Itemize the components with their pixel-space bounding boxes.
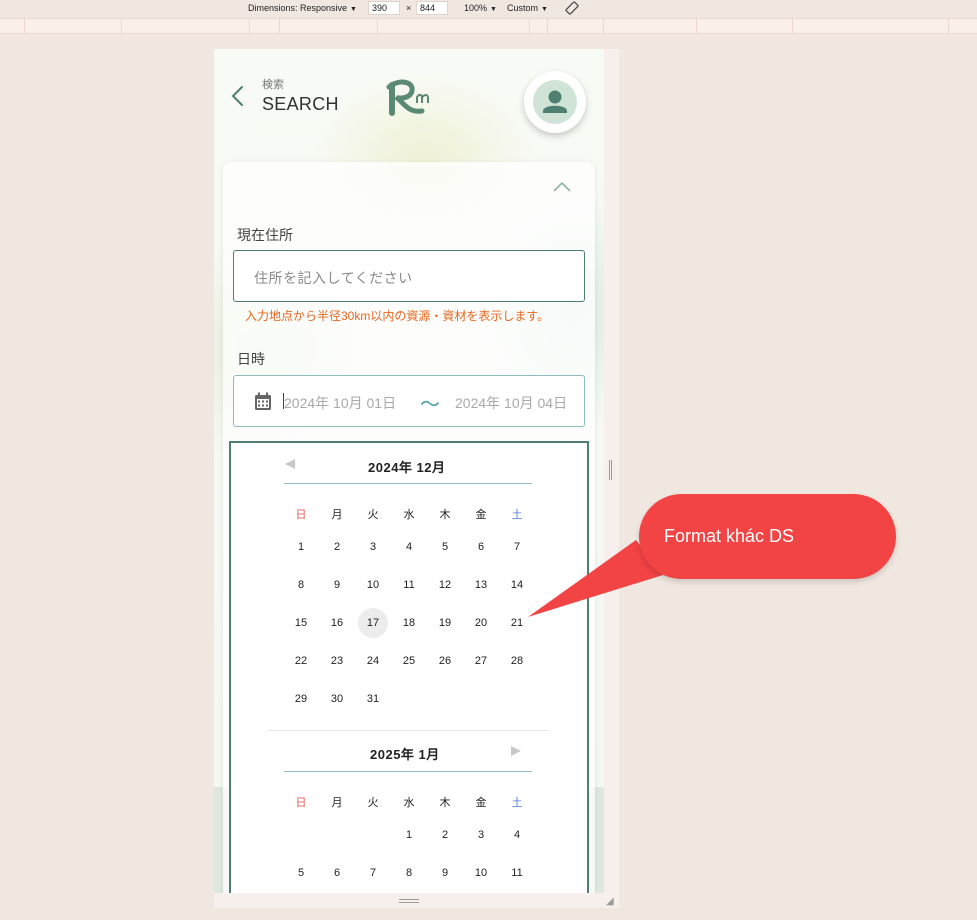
day-cell[interactable]: 26 xyxy=(430,655,460,667)
weekday-header: 日 xyxy=(295,509,307,521)
datetime-label: 日時 xyxy=(237,351,265,367)
day-cell[interactable]: 20 xyxy=(466,617,496,629)
day-cell[interactable]: 3 xyxy=(466,829,496,841)
date-start[interactable]: 2024年 10月 01日 xyxy=(284,393,396,413)
dimensions-label: Dimensions: Responsive xyxy=(248,3,348,13)
day-cell[interactable]: 10 xyxy=(466,867,496,879)
throttle-label: Custom xyxy=(507,3,539,13)
calendar-icon xyxy=(255,392,271,410)
devtools-toolbar: Dimensions: Responsive ▼ 390 × 844 100% ▼ … xyxy=(0,0,977,18)
day-cell[interactable]: 5 xyxy=(430,541,460,553)
day-cell[interactable]: 31 xyxy=(358,693,388,705)
next-month-button[interactable] xyxy=(510,745,522,757)
day-cell[interactable]: 9 xyxy=(430,867,460,879)
avatar-button[interactable] xyxy=(524,71,586,133)
day-cell[interactable]: 8 xyxy=(394,867,424,879)
month-title: 2024年 12月 xyxy=(368,460,446,475)
rotate-icon[interactable] xyxy=(565,1,579,15)
drag-handle-icon[interactable] xyxy=(399,899,419,903)
day-cell[interactable]: 23 xyxy=(322,655,352,667)
day-cell[interactable]: 13 xyxy=(466,579,496,591)
media-query-ruler[interactable] xyxy=(0,18,977,34)
weekday-header: 水 xyxy=(403,797,415,809)
user-icon xyxy=(543,90,567,113)
day-cell[interactable]: 4 xyxy=(394,541,424,553)
address-note: 入力地点から半径30km以内の資源・資材を表示します。 xyxy=(245,309,550,323)
annotation-callout: Format khác DS xyxy=(639,494,896,579)
month-underline xyxy=(284,771,532,772)
day-cell[interactable]: 1 xyxy=(394,829,424,841)
address-label: 現在住所 xyxy=(237,227,293,243)
weekday-header: 木 xyxy=(439,509,451,521)
weekday-header: 月 xyxy=(331,509,343,521)
day-cell[interactable]: 22 xyxy=(286,655,316,667)
date-end[interactable]: 2024年 10月 04日 xyxy=(455,393,567,413)
day-cell[interactable]: 6 xyxy=(466,541,496,553)
height-input[interactable]: 844 xyxy=(416,1,448,15)
day-cell[interactable]: 27 xyxy=(466,655,496,667)
weekday-header: 木 xyxy=(439,797,451,809)
month-divider xyxy=(268,730,549,731)
zoom-label: 100% xyxy=(464,3,488,13)
day-cell[interactable]: 19 xyxy=(430,617,460,629)
caret-down-icon: ▼ xyxy=(350,6,357,13)
day-cell[interactable]: 25 xyxy=(394,655,424,667)
day-cell[interactable]: 4 xyxy=(502,829,532,841)
day-cell[interactable]: 9 xyxy=(322,579,352,591)
back-arrow-icon[interactable] xyxy=(230,85,244,107)
weekday-header: 日 xyxy=(295,797,307,809)
day-cell[interactable]: 12 xyxy=(430,579,460,591)
page-title: SEARCH xyxy=(262,94,339,114)
address-input[interactable]: 住所を記入してください xyxy=(233,250,585,302)
day-cell[interactable]: 1 xyxy=(286,541,316,553)
page-subtitle: 検索 xyxy=(262,79,284,91)
weekday-header: 土 xyxy=(511,797,523,809)
resize-corner-icon[interactable]: ◢ xyxy=(606,896,614,907)
date-separator: 〜 xyxy=(420,394,440,416)
device-viewport: 検索 SEARCH 現在住所 住所を記入してください 入力地点から半径30km以… xyxy=(214,49,604,893)
annotation-text: Format khác DS xyxy=(664,526,795,546)
drag-handle-icon[interactable] xyxy=(609,460,612,480)
previous-month-button[interactable] xyxy=(284,458,296,470)
day-cell[interactable]: 29 xyxy=(286,693,316,705)
throttle-dropdown[interactable]: Custom ▼ xyxy=(507,3,548,13)
date-picker: 2024年 12月 2025年 1月 日月火水木金土 1 2 3 4 5 6 7 8 9 10 11 1… xyxy=(229,441,589,893)
weekday-header: 月 xyxy=(331,797,343,809)
avatar xyxy=(533,80,577,124)
caret-down-icon: ▼ xyxy=(490,6,497,13)
weekday-header: 金 xyxy=(475,797,487,809)
day-cell[interactable]: 11 xyxy=(502,867,532,879)
day-cell[interactable]: 28 xyxy=(502,655,532,667)
day-cell[interactable]: 30 xyxy=(322,693,352,705)
day-cell[interactable]: 8 xyxy=(286,579,316,591)
day-cell-today[interactable]: 17 xyxy=(358,608,388,638)
times-sign: × xyxy=(406,3,412,13)
weekday-header: 水 xyxy=(403,509,415,521)
weekday-header: 金 xyxy=(475,509,487,521)
day-cell[interactable]: 5 xyxy=(286,867,316,879)
weekday-header: 火 xyxy=(367,797,379,809)
app-logo xyxy=(386,79,429,116)
date-range-input[interactable]: 2024年 10月 01日 〜 2024年 10月 04日 xyxy=(233,375,585,427)
address-placeholder: 住所を記入してください xyxy=(254,270,413,286)
day-cell[interactable]: 24 xyxy=(358,655,388,667)
zoom-dropdown[interactable]: 100% ▼ xyxy=(464,3,497,13)
day-cell[interactable]: 18 xyxy=(394,617,424,629)
day-cell[interactable]: 6 xyxy=(322,867,352,879)
chevron-up-icon[interactable] xyxy=(553,180,571,192)
month-underline xyxy=(284,483,532,484)
dimensions-dropdown[interactable]: Dimensions: Responsive ▼ xyxy=(248,3,357,13)
day-cell[interactable]: 2 xyxy=(430,829,460,841)
day-cell[interactable]: 16 xyxy=(322,617,352,629)
weekday-header: 火 xyxy=(367,509,379,521)
day-cell[interactable]: 2 xyxy=(322,541,352,553)
day-cell[interactable]: 10 xyxy=(358,579,388,591)
width-input[interactable]: 390 xyxy=(368,1,400,15)
day-cell[interactable]: 3 xyxy=(358,541,388,553)
day-cell[interactable]: 15 xyxy=(286,617,316,629)
day-cell[interactable]: 7 xyxy=(358,867,388,879)
day-cell[interactable]: 11 xyxy=(394,579,424,591)
month-title: 2025年 1月 xyxy=(370,747,440,762)
caret-down-icon: ▼ xyxy=(541,6,548,13)
